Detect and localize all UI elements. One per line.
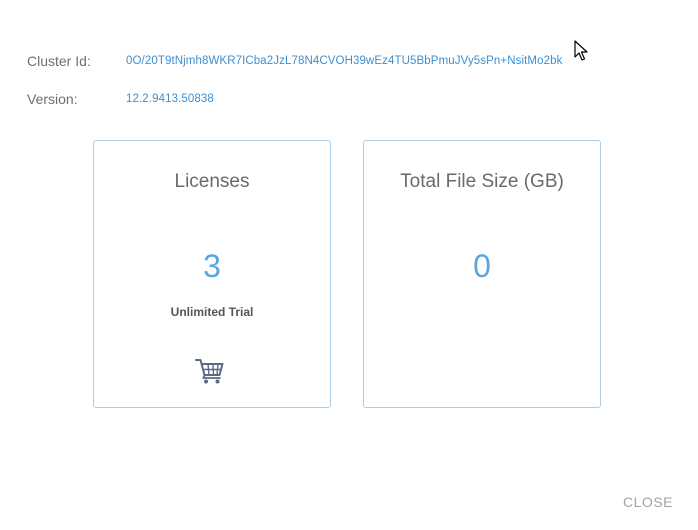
licenses-card: Licenses 3 Unlimited Trial bbox=[93, 140, 331, 408]
version-label: Version: bbox=[27, 91, 78, 107]
file-size-value: 0 bbox=[473, 248, 491, 284]
shopping-cart-icon[interactable] bbox=[195, 357, 225, 385]
file-size-title: Total File Size (GB) bbox=[400, 171, 564, 192]
licenses-title: Licenses bbox=[174, 171, 250, 192]
about-dialog: Cluster Id: 0O/20T9tNjmh8WKR7ICba2JzL78N… bbox=[0, 0, 698, 530]
version-row: Version: 12.2.9413.50838 bbox=[27, 91, 214, 107]
licenses-count: 3 bbox=[203, 248, 221, 284]
mouse-pointer-icon bbox=[574, 40, 588, 62]
file-size-card: Total File Size (GB) 0 bbox=[363, 140, 601, 408]
cluster-id-value: 0O/20T9tNjmh8WKR7ICba2JzL78N4CVOH39wEz4T… bbox=[126, 55, 563, 67]
license-type: Unlimited Trial bbox=[170, 305, 254, 319]
cluster-id-label: Cluster Id: bbox=[27, 53, 91, 69]
cluster-id-row: Cluster Id: 0O/20T9tNjmh8WKR7ICba2JzL78N… bbox=[27, 53, 562, 69]
close-button[interactable]: CLOSE bbox=[623, 494, 673, 510]
version-value: 12.2.9413.50838 bbox=[126, 93, 214, 105]
